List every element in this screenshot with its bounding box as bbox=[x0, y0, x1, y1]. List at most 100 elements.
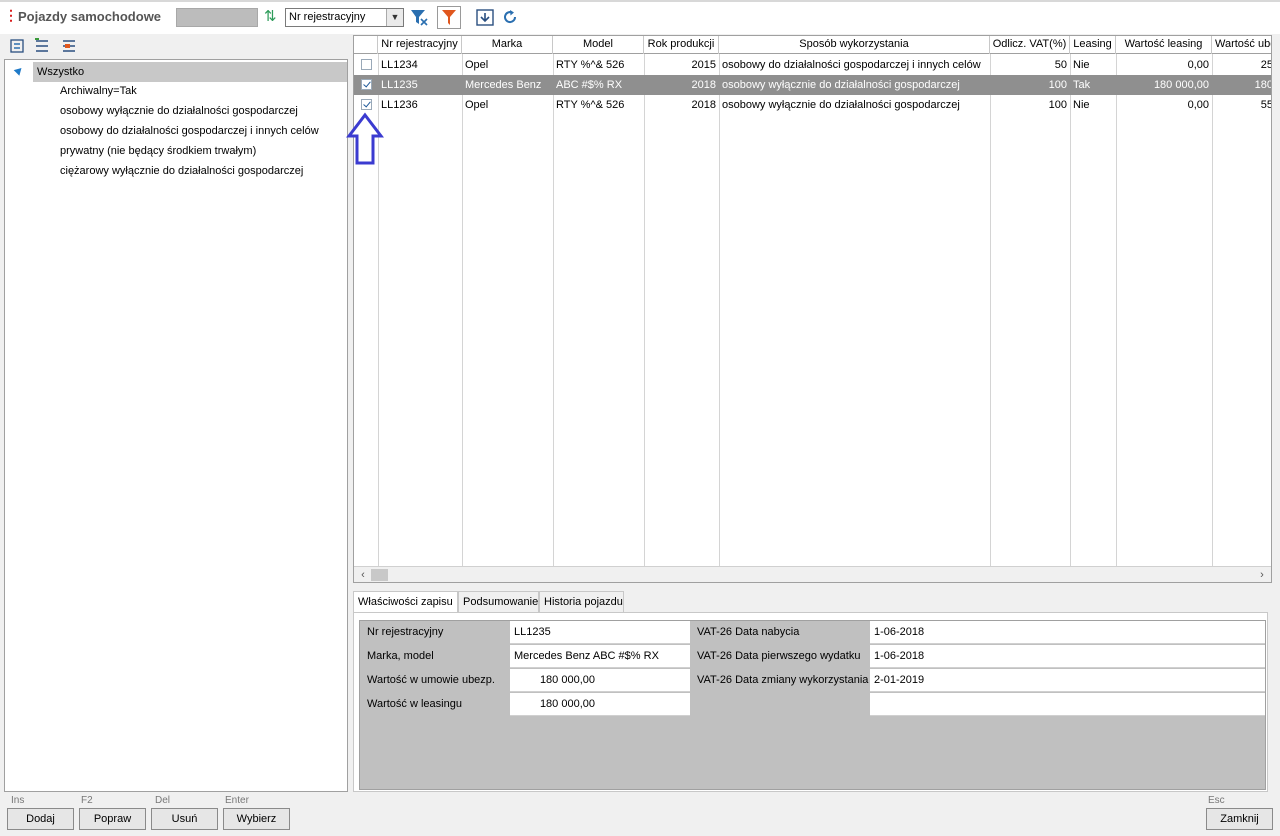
prop-label: Nr rejestracyjny bbox=[367, 626, 444, 638]
row-checkbox[interactable] bbox=[361, 99, 372, 110]
prop-label: VAT-26 Data pierwszego wydatku bbox=[697, 650, 861, 662]
column-header[interactable]: Nr rejestracyjny bbox=[378, 36, 462, 54]
filter-icon bbox=[442, 10, 456, 25]
grid-header: Nr rejestracyjny Marka Model Rok produkc… bbox=[354, 36, 1271, 54]
cell-nr: LL1236 bbox=[381, 99, 418, 111]
page-title: Pojazdy samochodowe bbox=[18, 9, 162, 24]
cell-rok: 2018 bbox=[691, 79, 716, 91]
cell-model: RTY %^& 526 bbox=[556, 99, 625, 111]
column-header[interactable]: Model bbox=[553, 36, 644, 54]
close-button[interactable]: Zamknij bbox=[1206, 808, 1273, 830]
scroll-thumb[interactable] bbox=[371, 569, 388, 581]
cell-wartosc-ube: 180 bbox=[1254, 79, 1272, 91]
properties-panel: Nr rejestracyjny LL1235 VAT-26 Data naby… bbox=[353, 612, 1268, 792]
cell-wartosc-ube: 55 bbox=[1260, 99, 1272, 111]
hotkey-hint: F2 bbox=[81, 795, 93, 806]
prop-value: 1-06-2018 bbox=[870, 645, 1265, 668]
category-tree: Wszystko Archiwalny=Tak osobowy wyłączni… bbox=[4, 59, 348, 792]
add-button[interactable]: Dodaj bbox=[7, 808, 74, 830]
header-checkbox-column bbox=[354, 36, 378, 54]
tree-item[interactable]: prywatny (nie będący środkiem trwałym) bbox=[60, 142, 256, 160]
search-input[interactable] bbox=[176, 8, 258, 27]
column-header[interactable]: Odlicz. VAT(%) bbox=[990, 36, 1070, 54]
tree-expand-icon[interactable] bbox=[13, 65, 25, 76]
table-row[interactable]: LL1236 Opel RTY %^& 526 2018 osobowy wył… bbox=[354, 95, 1272, 115]
cell-leasing: Tak bbox=[1073, 79, 1091, 91]
cell-nr: LL1234 bbox=[381, 59, 418, 71]
prop-value: 180 000,00 bbox=[510, 669, 690, 692]
sort-order-icon[interactable]: ⇅ bbox=[264, 8, 280, 26]
column-header[interactable]: Leasing bbox=[1070, 36, 1116, 54]
cell-marka: Opel bbox=[465, 99, 489, 111]
column-header[interactable]: Rok produkcji bbox=[644, 36, 719, 54]
filter-button[interactable] bbox=[437, 6, 461, 29]
tab-history[interactable]: Historia pojazdu bbox=[539, 591, 624, 613]
table-row[interactable]: LL1234 Opel RTY %^& 526 2015 osobowy do … bbox=[354, 55, 1272, 75]
tree-item[interactable]: ciężarowy wyłącznie do działalności gosp… bbox=[60, 162, 303, 180]
prop-value: 180 000,00 bbox=[510, 693, 690, 716]
cell-rok: 2018 bbox=[691, 99, 716, 111]
hotkey-hint: Esc bbox=[1208, 795, 1225, 806]
prop-value: 1-06-2018 bbox=[870, 621, 1265, 644]
cell-model: ABC #$% RX bbox=[556, 79, 623, 91]
prop-label: VAT-26 Data nabycia bbox=[697, 626, 800, 638]
cell-model: RTY %^& 526 bbox=[556, 59, 625, 71]
row-checkbox[interactable] bbox=[361, 79, 372, 90]
sort-field-value: Nr rejestracyjny bbox=[289, 11, 366, 23]
scroll-right-icon[interactable]: › bbox=[1255, 568, 1269, 582]
row-checkbox[interactable] bbox=[361, 59, 372, 70]
cell-wartosc-ube: 25 bbox=[1260, 59, 1272, 71]
cell-vat: 50 bbox=[1054, 59, 1067, 71]
hotkey-hint: Enter bbox=[225, 795, 249, 806]
table-row[interactable]: LL1235 Mercedes Benz ABC #$% RX 2018 oso… bbox=[354, 75, 1272, 95]
menu-dots-icon[interactable]: ⋮ bbox=[4, 8, 18, 22]
cell-leasing: Nie bbox=[1073, 59, 1090, 71]
cell-wartosc-leasing: 0,00 bbox=[1187, 99, 1209, 111]
export-icon[interactable] bbox=[475, 8, 495, 27]
refresh-icon[interactable] bbox=[501, 8, 519, 27]
prop-label: Wartość w leasingu bbox=[367, 698, 462, 710]
column-header[interactable]: Wartość ube bbox=[1212, 36, 1271, 54]
column-header[interactable]: Sposób wykorzystania bbox=[719, 36, 990, 54]
cell-sposob: osobowy wyłącznie do działalności gospod… bbox=[722, 79, 960, 91]
column-header[interactable]: Marka bbox=[462, 36, 553, 54]
choose-button[interactable]: Wybierz bbox=[223, 808, 290, 830]
chevron-down-icon[interactable]: ▼ bbox=[386, 9, 403, 26]
cell-wartosc-leasing: 180 000,00 bbox=[1153, 79, 1209, 91]
cell-sposob: osobowy wyłącznie do działalności gospod… bbox=[722, 99, 960, 111]
column-header[interactable]: Wartość leasing bbox=[1116, 36, 1212, 54]
filter-clear-icon[interactable] bbox=[409, 8, 429, 27]
prop-label: Wartość w umowie ubezp. bbox=[367, 674, 495, 686]
cell-rok: 2015 bbox=[691, 59, 716, 71]
edit-button[interactable]: Popraw bbox=[79, 808, 146, 830]
horizontal-scrollbar[interactable]: ‹ › bbox=[354, 566, 1271, 582]
cell-sposob: osobowy do działalności gospodarczej i i… bbox=[722, 59, 981, 71]
tab-summary[interactable]: Podsumowanie bbox=[458, 591, 539, 613]
cell-leasing: Nie bbox=[1073, 99, 1090, 111]
tree-toolbar bbox=[8, 37, 88, 55]
expand-all-icon[interactable] bbox=[33, 37, 51, 55]
tree-item[interactable]: osobowy do działalności gospodarczej i i… bbox=[60, 122, 319, 140]
prop-value: Mercedes Benz ABC #$% RX bbox=[510, 645, 690, 668]
hotkey-hint: Ins bbox=[11, 795, 25, 806]
prop-value: LL1235 bbox=[510, 621, 690, 644]
prop-label: Marka, model bbox=[367, 650, 434, 662]
delete-button[interactable]: Usuń bbox=[151, 808, 218, 830]
sort-field-select[interactable]: Nr rejestracyjny ▼ bbox=[285, 8, 404, 27]
tab-properties[interactable]: Właściwości zapisu bbox=[353, 591, 458, 614]
prop-label: VAT-26 Data zmiany wykorzystania bbox=[697, 674, 869, 686]
collapse-all-icon[interactable] bbox=[8, 37, 26, 55]
cell-wartosc-leasing: 0,00 bbox=[1187, 59, 1209, 71]
hotkey-hint: Del bbox=[155, 795, 171, 806]
cell-nr: LL1235 bbox=[381, 79, 418, 91]
properties-grid: Nr rejestracyjny LL1235 VAT-26 Data naby… bbox=[359, 620, 1266, 790]
annotation-up-arrow-icon bbox=[346, 112, 384, 165]
scroll-left-icon[interactable]: ‹ bbox=[356, 568, 370, 582]
tree-item[interactable]: osobowy wyłącznie do działalności gospod… bbox=[60, 102, 298, 120]
tree-item-all[interactable]: Wszystko bbox=[33, 62, 347, 82]
prop-value-empty bbox=[870, 693, 1265, 716]
tree-item[interactable]: Archiwalny=Tak bbox=[60, 82, 137, 100]
tree-settings-icon[interactable] bbox=[60, 37, 78, 55]
cell-marka: Opel bbox=[465, 59, 489, 71]
cell-vat: 100 bbox=[1048, 99, 1067, 111]
